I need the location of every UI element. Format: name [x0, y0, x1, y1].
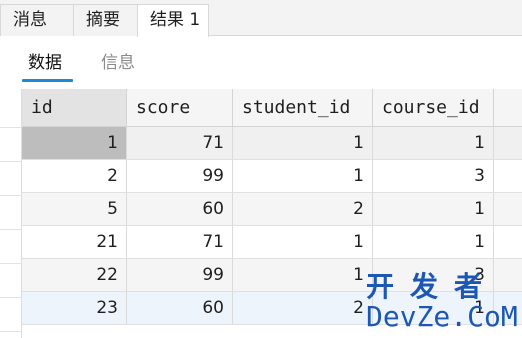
cell-course-id[interactable]: 3 — [373, 259, 494, 291]
cell-score[interactable]: 60 — [127, 292, 233, 324]
cell-id[interactable]: 2 — [22, 160, 127, 192]
cell-score[interactable]: 99 — [127, 160, 233, 192]
result-tab-bar: 消息 摘要 结果 1 — [0, 0, 522, 37]
cell-student-id[interactable]: 1 — [233, 226, 373, 258]
tab-messages[interactable]: 消息 — [0, 4, 74, 36]
gutter-divider — [0, 297, 22, 298]
cell-id[interactable]: 21 — [22, 226, 127, 258]
gutter-divider — [0, 331, 22, 332]
table-row[interactable]: 1 71 1 1 — [22, 127, 522, 160]
column-header-course-id[interactable]: course_id — [373, 89, 494, 126]
cell-score[interactable]: 71 — [127, 127, 233, 159]
gutter-divider — [0, 229, 22, 230]
subtab-data[interactable]: 数据 — [28, 51, 62, 75]
column-header-id[interactable]: id — [22, 89, 127, 126]
cell-id[interactable]: 5 — [22, 193, 127, 225]
cell-course-id[interactable]: 1 — [373, 127, 494, 159]
table-row[interactable]: 23 60 2 1 — [22, 292, 522, 325]
cell-student-id[interactable]: 2 — [233, 292, 373, 324]
column-header-score[interactable]: score — [127, 89, 233, 126]
cell-id[interactable]: 23 — [22, 292, 127, 324]
result-grid: id score student_id course_id 1 71 1 1 2… — [22, 89, 522, 325]
cell-score[interactable]: 99 — [127, 259, 233, 291]
cell-student-id[interactable]: 2 — [233, 193, 373, 225]
row-gutter[interactable] — [0, 89, 22, 338]
active-subtab-indicator — [22, 79, 73, 82]
tab-summary[interactable]: 摘要 — [73, 4, 138, 36]
gutter-divider — [0, 195, 22, 196]
cell-id[interactable]: 22 — [22, 259, 127, 291]
cell-student-id[interactable]: 1 — [233, 259, 373, 291]
view-subtabs: 数据 信息 — [0, 37, 522, 89]
table-row[interactable]: 22 99 1 3 — [22, 259, 522, 292]
cell-student-id[interactable]: 1 — [233, 160, 373, 192]
cell-student-id[interactable]: 1 — [233, 127, 373, 159]
header-row: id score student_id course_id — [22, 89, 522, 127]
table-row[interactable]: 21 71 1 1 — [22, 226, 522, 259]
column-header-student-id[interactable]: student_id — [233, 89, 373, 126]
gutter-divider — [0, 161, 22, 162]
cell-course-id[interactable]: 1 — [373, 292, 494, 324]
cell-id[interactable]: 1 — [22, 127, 127, 159]
subtab-info[interactable]: 信息 — [101, 51, 135, 75]
cell-course-id[interactable]: 3 — [373, 160, 494, 192]
gutter-divider — [0, 263, 22, 264]
table-row[interactable]: 5 60 2 1 — [22, 193, 522, 226]
cell-course-id[interactable]: 1 — [373, 193, 494, 225]
gutter-divider — [0, 127, 22, 128]
cell-course-id[interactable]: 1 — [373, 226, 494, 258]
tab-result-1[interactable]: 结果 1 — [137, 4, 209, 37]
table-row[interactable]: 2 99 1 3 — [22, 160, 522, 193]
cell-score[interactable]: 71 — [127, 226, 233, 258]
cell-score[interactable]: 60 — [127, 193, 233, 225]
